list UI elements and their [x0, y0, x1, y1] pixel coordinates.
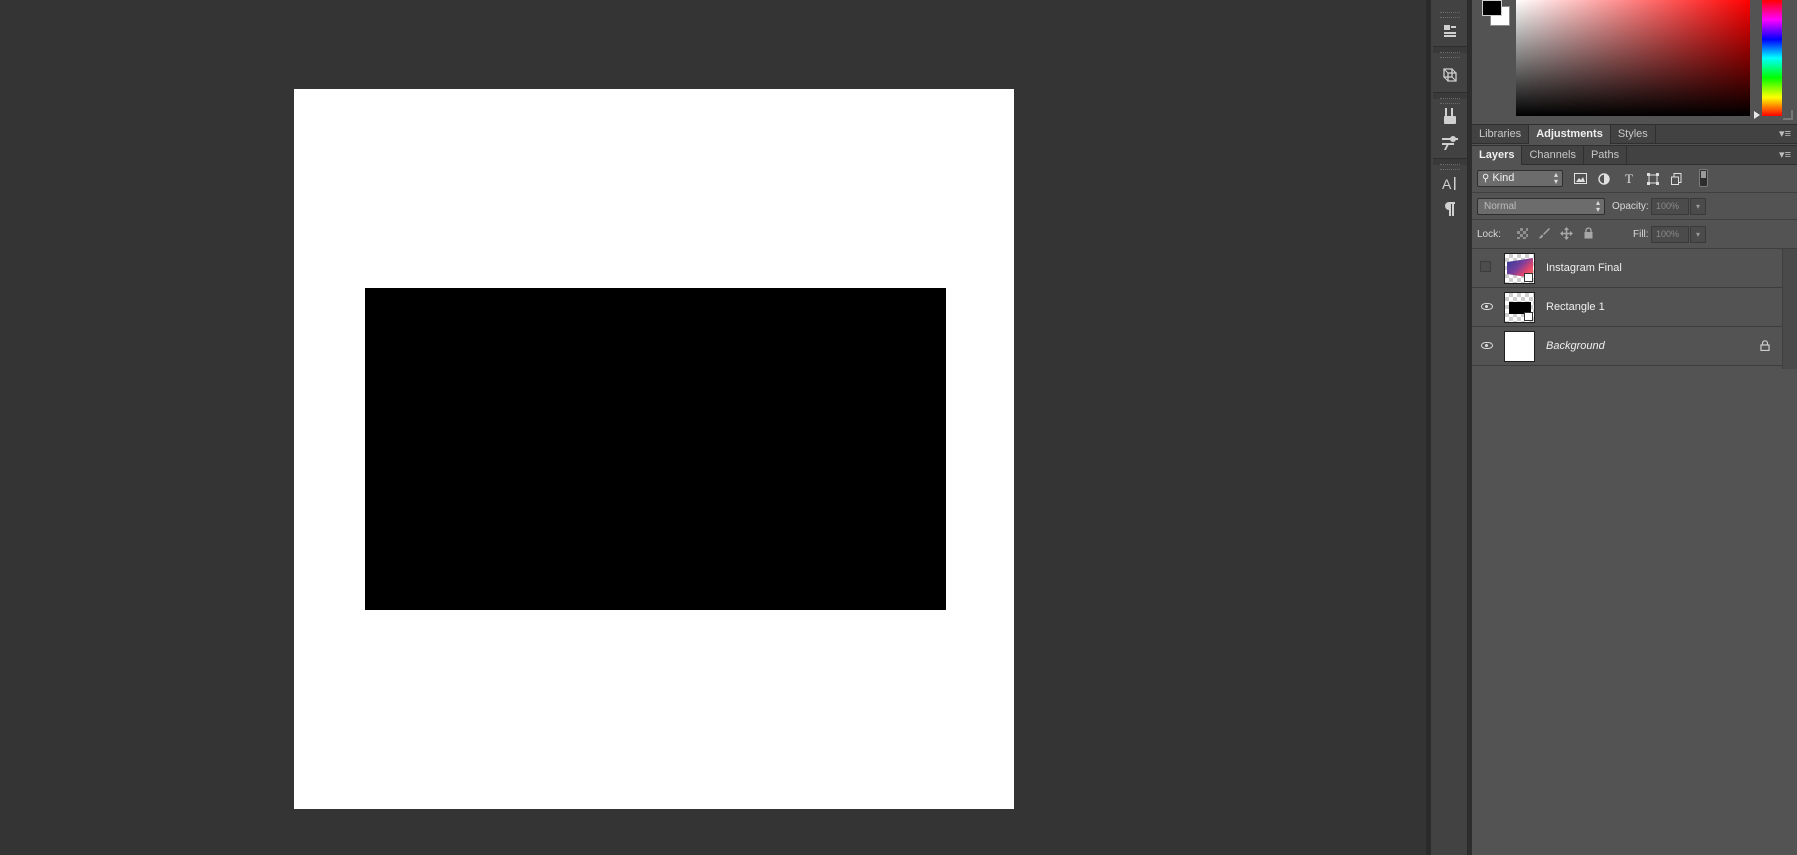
- shape-filter-icon[interactable]: [1644, 170, 1662, 187]
- tab-paths[interactable]: Paths: [1584, 146, 1628, 165]
- layer-thumbnail[interactable]: [1504, 253, 1535, 284]
- foreground-color-swatch[interactable]: [1482, 0, 1502, 16]
- fill-input[interactable]: 100%: [1651, 226, 1689, 243]
- panel-menu-icon[interactable]: ▾≡: [1779, 125, 1791, 144]
- panel-group-grip[interactable]: [1440, 164, 1460, 170]
- brush-presets-icon[interactable]: [1439, 105, 1461, 127]
- hue-slider-marker[interactable]: [1754, 111, 1760, 119]
- lock-icon[interactable]: [1759, 339, 1770, 351]
- layers-empty-area[interactable]: [1472, 369, 1797, 855]
- blend-mode-select[interactable]: Normal ▴ ▾: [1477, 198, 1605, 215]
- opacity-input[interactable]: 100%: [1651, 198, 1689, 215]
- layer-filter-row: ⚲ Kind ▴ ▾ T: [1472, 165, 1797, 193]
- opacity-label: Opacity:: [1612, 201, 1649, 212]
- panel-group-grip[interactable]: [1440, 12, 1460, 18]
- layers-scrollbar[interactable]: [1782, 249, 1797, 369]
- color-field[interactable]: [1516, 0, 1750, 116]
- lock-all-icon[interactable]: [1580, 225, 1596, 241]
- hue-slider[interactable]: [1762, 0, 1782, 116]
- tab-libraries[interactable]: Libraries: [1472, 125, 1530, 144]
- adjustment-filter-icon[interactable]: [1595, 170, 1613, 187]
- properties-icon[interactable]: [1439, 20, 1461, 42]
- eye-icon[interactable]: [1478, 298, 1495, 315]
- lock-position-icon[interactable]: [1558, 225, 1574, 241]
- layer-name[interactable]: Instagram Final: [1546, 262, 1622, 274]
- color-panel: [1472, 0, 1797, 126]
- blend-mode-value: Normal: [1484, 201, 1517, 212]
- tool-presets-icon[interactable]: [1439, 132, 1461, 154]
- eye-icon[interactable]: [1478, 337, 1495, 354]
- rectangle-1-shape[interactable]: [365, 288, 946, 610]
- layer-thumbnail[interactable]: [1504, 292, 1535, 323]
- layer-row-rectangle-1[interactable]: Rectangle 1: [1472, 288, 1782, 327]
- lock-image-pixels-icon[interactable]: [1536, 225, 1552, 241]
- shape-layer-badge-icon: [1524, 312, 1533, 321]
- document-canvas[interactable]: [294, 89, 1014, 809]
- panel-menu-icon[interactable]: ▾≡: [1779, 146, 1791, 165]
- fill-dropdown-button[interactable]: ▾: [1690, 226, 1706, 243]
- type-filter-icon[interactable]: T: [1620, 170, 1638, 187]
- svg-text:A: A: [1442, 176, 1452, 192]
- lock-label: Lock:: [1477, 229, 1501, 240]
- search-icon: ⚲: [1482, 173, 1490, 184]
- paragraph-icon[interactable]: [1439, 198, 1461, 220]
- panel-resize-grip[interactable]: [1783, 110, 1793, 120]
- tab-channels[interactable]: Channels: [1522, 146, 1584, 165]
- tab-styles[interactable]: Styles: [1611, 125, 1656, 144]
- right-panel-dock: Libraries Adjustments Styles ▾≡ Layers C…: [1472, 0, 1797, 855]
- filter-kind-value: Kind: [1492, 172, 1515, 184]
- panel-group-grip[interactable]: [1440, 98, 1460, 104]
- fill-label: Fill:: [1633, 229, 1649, 240]
- smart-object-badge-icon: [1524, 273, 1533, 282]
- adjustments-tab-bar: Libraries Adjustments Styles ▾≡: [1472, 124, 1797, 144]
- select-arrows-icon: ▴ ▾: [1553, 170, 1558, 186]
- panel-group-grip[interactable]: [1440, 52, 1460, 58]
- document-workspace[interactable]: [0, 0, 1426, 855]
- collapsed-panels-strip: A: [1430, 0, 1468, 855]
- tab-layers[interactable]: Layers: [1472, 146, 1523, 165]
- layers-list: Instagram Final Rectangle 1 Background: [1472, 249, 1782, 369]
- layer-visibility-toggle[interactable]: [1480, 261, 1491, 272]
- layer-name[interactable]: Rectangle 1: [1546, 301, 1605, 313]
- layer-thumbnail[interactable]: [1504, 331, 1535, 362]
- layer-name[interactable]: Background: [1546, 340, 1605, 352]
- image-filter-icon[interactable]: [1571, 170, 1589, 187]
- select-arrows-icon: ▴ ▾: [1595, 198, 1600, 214]
- character-icon[interactable]: A: [1439, 172, 1461, 194]
- tab-adjustments[interactable]: Adjustments: [1529, 125, 1611, 144]
- blend-opacity-row: Normal ▴ ▾ Opacity: 100% ▾: [1472, 193, 1797, 220]
- lock-fill-row: Lock: Fill: 100% ▾: [1472, 220, 1797, 249]
- layers-tab-bar: Layers Channels Paths ▾≡: [1472, 145, 1797, 165]
- opacity-dropdown-button[interactable]: ▾: [1690, 198, 1706, 215]
- filter-kind-select[interactable]: ⚲ Kind ▴ ▾: [1477, 170, 1563, 187]
- 3d-icon[interactable]: [1439, 64, 1461, 86]
- smart-object-filter-icon[interactable]: [1668, 170, 1686, 187]
- layer-row-background[interactable]: Background: [1472, 327, 1782, 366]
- layer-row-instagram-final[interactable]: Instagram Final: [1472, 249, 1782, 288]
- lock-transparent-pixels-icon[interactable]: [1514, 225, 1530, 241]
- filter-toggle-switch[interactable]: [1699, 169, 1708, 187]
